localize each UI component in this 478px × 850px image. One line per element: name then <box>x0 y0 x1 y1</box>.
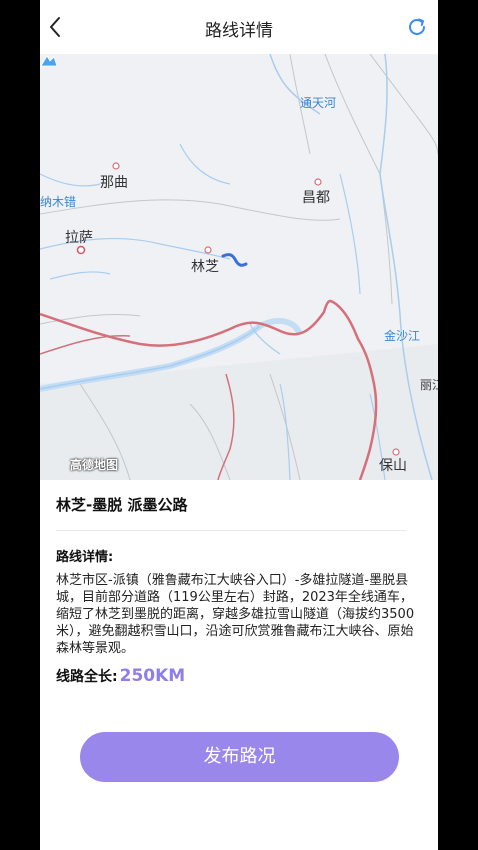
route-length-label: 线路全长: <box>56 669 118 685</box>
map-label-tongtianhe: 通天河 <box>300 96 337 110</box>
amap-logo: 高德地图 <box>70 458 119 472</box>
route-title: 林芝-墨脱 派墨公路 <box>56 496 188 514</box>
route-detail-screen: 路线详情 通天河 那曲 纳木错 昌都 拉萨 林芝 金沙江 丽 保山 高德地图 林… <box>40 0 438 850</box>
map-label-lijiang: 丽江 <box>420 378 438 392</box>
route-map[interactable]: 通天河 那曲 纳木错 昌都 拉萨 林芝 金沙江 丽江 保山 高德地图 <box>40 54 438 480</box>
publish-road-condition-button[interactable]: 发布路况 <box>80 732 399 782</box>
map-label-namucuo: 纳木错 <box>40 195 77 209</box>
refresh-button[interactable] <box>406 16 428 38</box>
refresh-icon <box>409 18 425 35</box>
map-label-naqu: 那曲 <box>100 175 128 191</box>
divider <box>56 530 406 531</box>
route-length-value: 250KM <box>119 666 186 686</box>
map-label-baoshan: 保山 <box>379 458 407 474</box>
amap-logo-icon <box>40 55 58 67</box>
route-length-row: 线路全长: 250KM <box>56 666 185 686</box>
top-bar: 路线详情 <box>40 0 438 54</box>
map-label-lasa: 拉萨 <box>65 230 93 246</box>
route-detail-label: 路线详情: <box>56 550 114 565</box>
map-label-linzhi: 林芝 <box>191 259 219 275</box>
page-title: 路线详情 <box>205 21 273 41</box>
map-canvas <box>40 54 438 480</box>
map-label-changdu: 昌都 <box>302 190 330 206</box>
route-detail-text: 林芝市区-派镇（雅鲁藏布江大峡谷入口）-多雄拉隧道-墨脱县城，目前部分道路（11… <box>56 573 415 656</box>
map-label-jinshajiang: 金沙江 <box>384 329 421 343</box>
